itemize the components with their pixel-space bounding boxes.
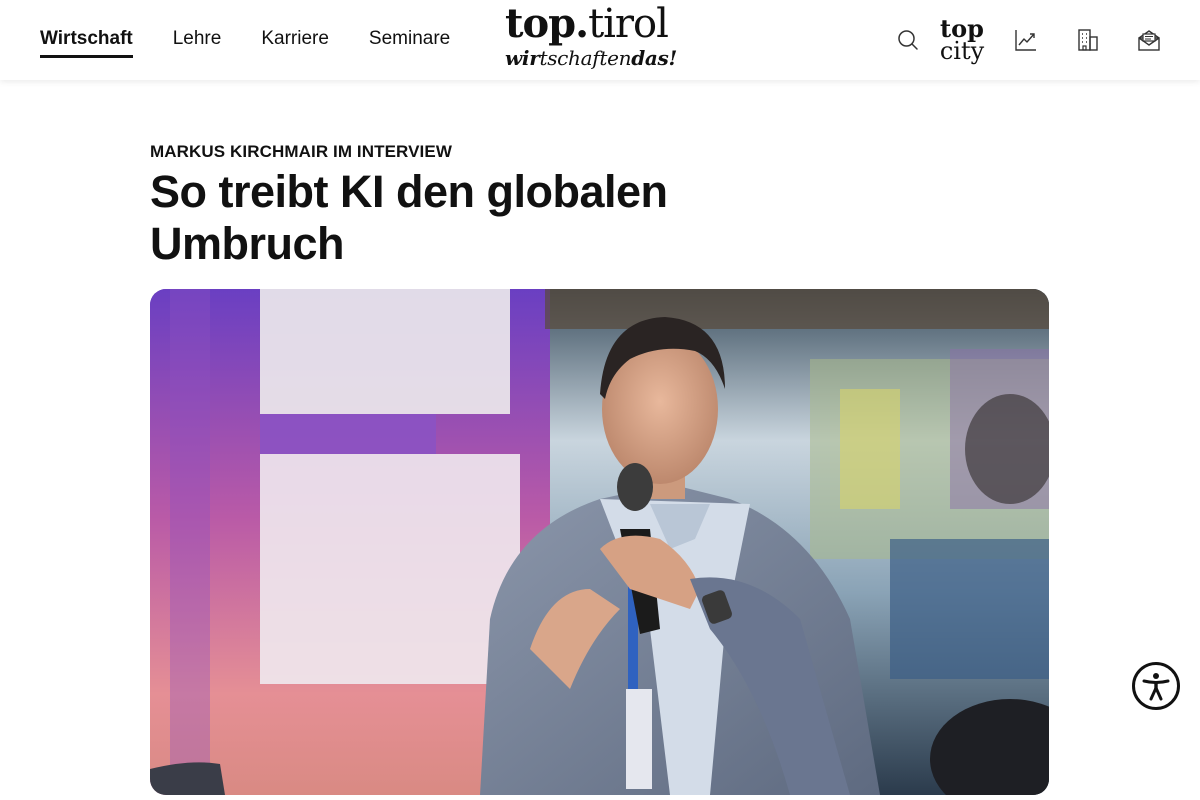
trend-chart-icon xyxy=(1015,30,1036,51)
companies-button[interactable] xyxy=(1068,0,1108,80)
newsletter-button[interactable] xyxy=(1129,0,1169,80)
article-kicker: MARKUS KIRCHMAIR IM INTERVIEW xyxy=(150,142,452,161)
article-hero-image xyxy=(150,289,1049,795)
logo-top-regular: tirol xyxy=(588,1,669,47)
site-logo[interactable]: top.tirol wirtschaftendas! xyxy=(505,4,705,76)
logo-top-bold: top. xyxy=(505,0,589,47)
main-nav: Wirtschaft Lehre Karriere Seminare xyxy=(40,0,450,80)
markets-button[interactable] xyxy=(1006,0,1046,80)
logo-tagline: wirtschaftendas! xyxy=(505,46,705,70)
article-headline: So treibt KI den globalen Umbruch xyxy=(150,166,668,269)
building-icon xyxy=(1078,29,1098,51)
nav-item-wirtschaft[interactable]: Wirtschaft xyxy=(40,28,133,58)
speaker-photo xyxy=(150,289,1049,795)
accessibility-button[interactable] xyxy=(1132,662,1180,710)
search-button[interactable] xyxy=(888,0,928,80)
logo-wordmark: top.tirol xyxy=(505,1,705,47)
topcity-link[interactable]: top city xyxy=(938,0,986,80)
newsletter-icon xyxy=(1138,30,1160,51)
nav-item-lehre[interactable]: Lehre xyxy=(173,28,222,52)
site-header: Wirtschaft Lehre Karriere Seminare top.t… xyxy=(0,0,1200,80)
search-icon xyxy=(898,30,918,50)
nav-item-karriere[interactable]: Karriere xyxy=(261,28,329,52)
logo-sub-regular: tschaften xyxy=(539,46,632,70)
logo-sub-bold-2: das! xyxy=(631,46,678,70)
nav-item-seminare[interactable]: Seminare xyxy=(369,28,450,52)
logo-sub-bold-1: wir xyxy=(505,46,540,70)
accessibility-icon xyxy=(1142,673,1170,701)
topcity-line2: city xyxy=(939,37,985,65)
